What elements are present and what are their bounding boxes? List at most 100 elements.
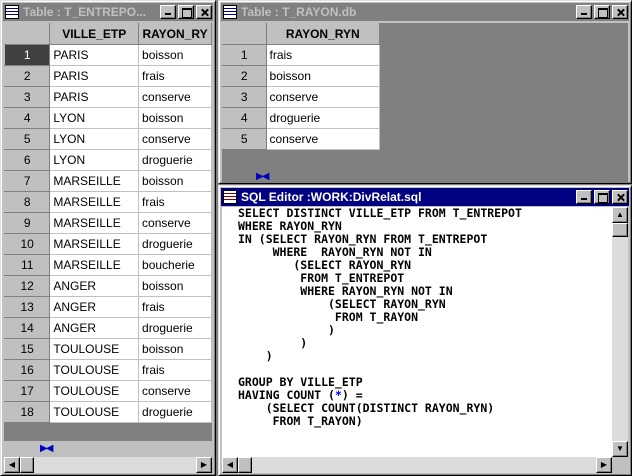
cell-rayon-ryn[interactable]: droguerie [138,233,212,255]
table-row[interactable]: 1 PARIS boisson [4,44,212,66]
row-number[interactable]: 13 [4,296,51,318]
cell-ville-etp[interactable]: TOULOUSE [49,380,140,402]
column-header-rayon-ryn[interactable]: RAYON_RYN [265,23,381,45]
table-row[interactable]: 11 MARSEILLE boucherie [4,254,212,276]
cell-ville-etp[interactable]: ANGER [49,275,140,297]
row-number[interactable]: 16 [4,359,51,381]
cell-rayon-ryn[interactable]: conserve [138,212,212,234]
entrepot-grid[interactable]: VILLE_ETP RAYON_RY 1 PARIS boisson 2 PARIS fr… [4,23,212,423]
table-row[interactable]: 15 TOULOUSE boisson [4,338,212,360]
sql-code-editor[interactable]: SELECT DISTINCT VILLE_ETP FROM T_ENTREPO… [222,207,612,457]
cell-ville-etp[interactable]: MARSEILLE [49,191,140,213]
table-row[interactable]: 2 boisson [222,65,381,87]
column-header-ville-etp[interactable]: VILLE_ETP [49,23,140,45]
cell-rayon-ryn[interactable]: boisson [138,170,212,192]
rayon-table-window[interactable]: Table : T_RAYON.db RAYON_RYN 1 frais 2 bois… [218,0,632,184]
table-row[interactable]: 3 PARIS conserve [4,86,212,108]
row-number[interactable]: 8 [4,191,51,213]
cell-ville-etp[interactable]: LYON [49,149,140,171]
row-number[interactable]: 14 [4,317,51,339]
cell-rayon-ryn[interactable]: conserve [138,86,212,108]
scroll-left-button[interactable]: ◀ [4,457,20,473]
cell-ville-etp[interactable]: LYON [49,107,140,129]
cell-rayon-ryn[interactable]: boucherie [138,254,212,276]
maximize-button[interactable] [178,5,194,19]
cell-rayon-ryn[interactable]: conserve [138,128,212,150]
cell-ville-etp[interactable]: MARSEILLE [49,233,140,255]
row-number[interactable]: 2 [222,65,267,87]
row-number[interactable]: 3 [222,86,267,108]
table-row[interactable]: 10 MARSEILLE droguerie [4,233,212,255]
cell-ville-etp[interactable]: MARSEILLE [49,170,140,192]
cell-rayon-ryn[interactable]: droguerie [138,317,212,339]
scroll-thumb[interactable] [612,223,628,237]
cell-rayon-ryn[interactable]: frais [138,296,212,318]
row-number[interactable]: 5 [4,128,51,150]
table-row[interactable]: 7 MARSEILLE boisson [4,170,212,192]
rayon-title-bar[interactable]: Table : T_RAYON.db [221,3,629,21]
cell-rayon-ryn[interactable]: frais [138,65,212,87]
cell-rayon-ryn[interactable]: droguerie [138,149,212,171]
cell-rayon-ryn[interactable]: conserve [265,128,381,150]
cell-ville-etp[interactable]: MARSEILLE [49,254,140,276]
row-number[interactable]: 2 [4,65,51,87]
row-number[interactable]: 1 [222,44,267,66]
cell-rayon-ryn[interactable]: frais [265,44,381,66]
scroll-thumb[interactable] [20,457,34,473]
row-number[interactable]: 5 [222,128,267,150]
cell-rayon-ryn[interactable]: conserve [138,380,212,402]
entrepot-title-bar[interactable]: Table : T_ENTREPO... [3,3,213,21]
close-button[interactable] [196,5,212,19]
cell-rayon-ryn[interactable]: droguerie [265,107,381,129]
cell-ville-etp[interactable]: LYON [49,128,140,150]
table-row[interactable]: 9 MARSEILLE conserve [4,212,212,234]
table-row[interactable]: 1 frais [222,44,381,66]
sql-horizontal-scrollbar[interactable]: ◀ ▶ [222,457,612,473]
minimize-button[interactable] [576,5,592,19]
scroll-left-button[interactable]: ◀ [222,457,238,473]
sql-editor-window[interactable]: SQL Editor :WORK:DivRelat.sql SELECT DIS… [218,185,632,476]
sql-vertical-scrollbar[interactable]: ▲ ▼ [612,207,628,457]
maximize-button[interactable] [594,5,610,19]
maximize-button[interactable] [594,190,610,204]
entrepot-table-window[interactable]: Table : T_ENTREPO... VILLE_ETP RAYON_RY … [0,0,216,476]
cell-rayon-ryn[interactable]: conserve [265,86,381,108]
minimize-button[interactable] [160,5,176,19]
table-row[interactable]: 4 LYON boisson [4,107,212,129]
cell-ville-etp[interactable]: PARIS [49,65,140,87]
row-number[interactable]: 17 [4,380,51,402]
close-button[interactable] [612,190,628,204]
table-row[interactable]: 18 TOULOUSE droguerie [4,401,212,423]
row-number[interactable]: 1 [4,44,51,66]
table-row[interactable]: 4 droguerie [222,107,381,129]
entrepot-record-navigator[interactable]: ▶◀ [4,441,212,455]
entrepot-horizontal-scrollbar[interactable]: ◀ ▶ [4,457,212,473]
cell-ville-etp[interactable]: PARIS [49,86,140,108]
scroll-down-button[interactable]: ▼ [612,441,628,457]
record-nav-icon[interactable]: ▶◀ [40,443,53,454]
scroll-right-button[interactable]: ▶ [596,457,612,473]
row-number[interactable]: 6 [4,149,51,171]
table-row[interactable]: 2 PARIS frais [4,65,212,87]
cell-ville-etp[interactable]: TOULOUSE [49,359,140,381]
row-number[interactable]: 15 [4,338,51,360]
cell-rayon-ryn[interactable]: boisson [138,275,212,297]
cell-ville-etp[interactable]: TOULOUSE [49,338,140,360]
column-header-rayon-ryn[interactable]: RAYON_RY [138,23,212,45]
table-row[interactable]: 16 TOULOUSE frais [4,359,212,381]
cell-ville-etp[interactable]: PARIS [49,44,140,66]
row-number[interactable]: 4 [222,107,267,129]
row-number[interactable]: 12 [4,275,51,297]
table-row[interactable]: 5 LYON conserve [4,128,212,150]
cell-ville-etp[interactable]: TOULOUSE [49,401,140,423]
scroll-thumb[interactable] [238,457,252,473]
cell-ville-etp[interactable]: ANGER [49,296,140,318]
row-number[interactable]: 9 [4,212,51,234]
table-row[interactable]: 5 conserve [222,128,381,150]
table-row[interactable]: 17 TOULOUSE conserve [4,380,212,402]
cell-rayon-ryn[interactable]: boisson [138,107,212,129]
row-number[interactable]: 11 [4,254,51,276]
table-row[interactable]: 6 LYON droguerie [4,149,212,171]
sql-editor-title-bar[interactable]: SQL Editor :WORK:DivRelat.sql [221,188,629,206]
minimize-button[interactable] [576,190,592,204]
